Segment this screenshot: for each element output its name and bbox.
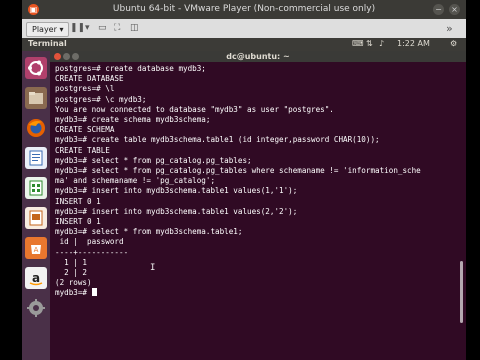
terminal-line: You are now connected to database "mydb3… [55, 104, 334, 114]
clock[interactable]: 1:22 AM [397, 39, 430, 48]
terminal-title: dc@ubuntu: ~ [226, 52, 290, 61]
ubuntu-top-panel: Terminal ⌨ ⇅ ♪ 1:22 AM ⚙ [22, 38, 466, 51]
svg-text:A: A [34, 246, 39, 254]
terminal-line: mydb3=# select * from mydb3schema.table1… [55, 227, 243, 237]
terminal-scrollbar[interactable] [460, 261, 463, 323]
unity-icon[interactable]: ◫ [130, 23, 139, 34]
player-menu-label: Player [32, 25, 57, 34]
terminal-line: CREATE TABLE [55, 145, 110, 155]
vmware-screen: ▣ Ubuntu 64-bit - VMware Player (Non-com… [22, 0, 466, 360]
terminal-line: mydb3=# insert into mydb3schema.table1 v… [55, 186, 298, 196]
volume-icon[interactable]: ♪ [379, 39, 384, 48]
terminal-line: mydb3=# create schema mydb3schema; [55, 115, 211, 125]
gear-icon[interactable]: ⚙ [450, 39, 457, 48]
window-title: Ubuntu 64-bit - VMware Player (Non-comme… [112, 4, 376, 14]
fullscreen-icon[interactable]: ⛶ [114, 23, 120, 34]
impress-icon[interactable] [25, 207, 47, 229]
terminal-line: ma' and schemaname != 'pg_catalog'; [55, 176, 216, 186]
vmware-toolbar: Player ▾ ❚❚ ▾ ▭ ⛶ ◫ » [22, 19, 466, 39]
player-menu[interactable]: Player ▾ [26, 22, 70, 37]
terminal-line: INSERT 0 1 [55, 217, 101, 227]
terminal-line: 2 | 2 [55, 268, 88, 278]
terminal-line: ----+----------- [55, 247, 129, 257]
network-icon[interactable]: ⇅ [366, 39, 373, 48]
pause-icon[interactable]: ❚❚ [70, 23, 85, 34]
terminal-line: mydb3=# select * from pg_catalog.pg_tabl… [55, 155, 252, 165]
amazon-icon[interactable]: a [25, 267, 47, 289]
settings-icon[interactable] [25, 297, 47, 319]
svg-text:a: a [32, 271, 40, 285]
active-app-name: Terminal [28, 39, 67, 48]
calc-icon[interactable] [25, 177, 47, 199]
keyboard-icon[interactable]: ⌨ [352, 39, 364, 48]
terminal-line: mydb3=# select * from pg_catalog.pg_tabl… [55, 166, 421, 176]
terminal-line: 1 | 1 [55, 257, 88, 267]
files-icon[interactable] [25, 87, 47, 109]
close-button[interactable]: × [449, 4, 460, 15]
terminal-line: id | password [55, 237, 124, 247]
expand-icon[interactable]: » [446, 23, 453, 34]
text-cursor [91, 288, 97, 297]
terminal-line: CREATE SCHEMA [55, 125, 115, 135]
terminal-line: postgres=# create database mydb3; [55, 64, 206, 73]
terminal-line: postgres=# \c mydb3; [55, 94, 147, 104]
terminal-line: CREATE DATABASE [55, 74, 124, 84]
terminal-line: mydb3=# [55, 288, 445, 298]
ubuntu-dash-icon[interactable] [25, 57, 47, 79]
ibeam-cursor-icon: I [150, 263, 156, 273]
terminal-titlebar: dc@ubuntu: ~ [50, 51, 466, 62]
terminal-line: postgres=# \l [55, 84, 115, 94]
send-ctrl-alt-del-icon[interactable]: ▭ [98, 23, 107, 34]
terminal-output[interactable]: postgres=# create database mydb3; CREATE … [55, 64, 445, 299]
launcher: A a [22, 51, 50, 360]
vmware-titlebar: ▣ Ubuntu 64-bit - VMware Player (Non-com… [22, 0, 466, 19]
terminal-line: INSERT 0 1 [55, 196, 101, 206]
software-center-icon[interactable]: A [25, 237, 47, 259]
terminal-line: (2 rows) [55, 278, 92, 288]
terminal-window[interactable]: dc@ubuntu: ~ postgres=# create database … [50, 51, 466, 360]
minimize-button[interactable]: − [433, 4, 444, 15]
firefox-icon[interactable] [25, 117, 47, 139]
terminal-line: mydb3=# create table mydb3schema.table1 … [55, 135, 380, 145]
terminal-line: mydb3=# insert into mydb3schema.table1 v… [55, 206, 298, 216]
chevron-down-icon[interactable]: ▾ [85, 23, 90, 34]
writer-icon[interactable] [25, 147, 47, 169]
